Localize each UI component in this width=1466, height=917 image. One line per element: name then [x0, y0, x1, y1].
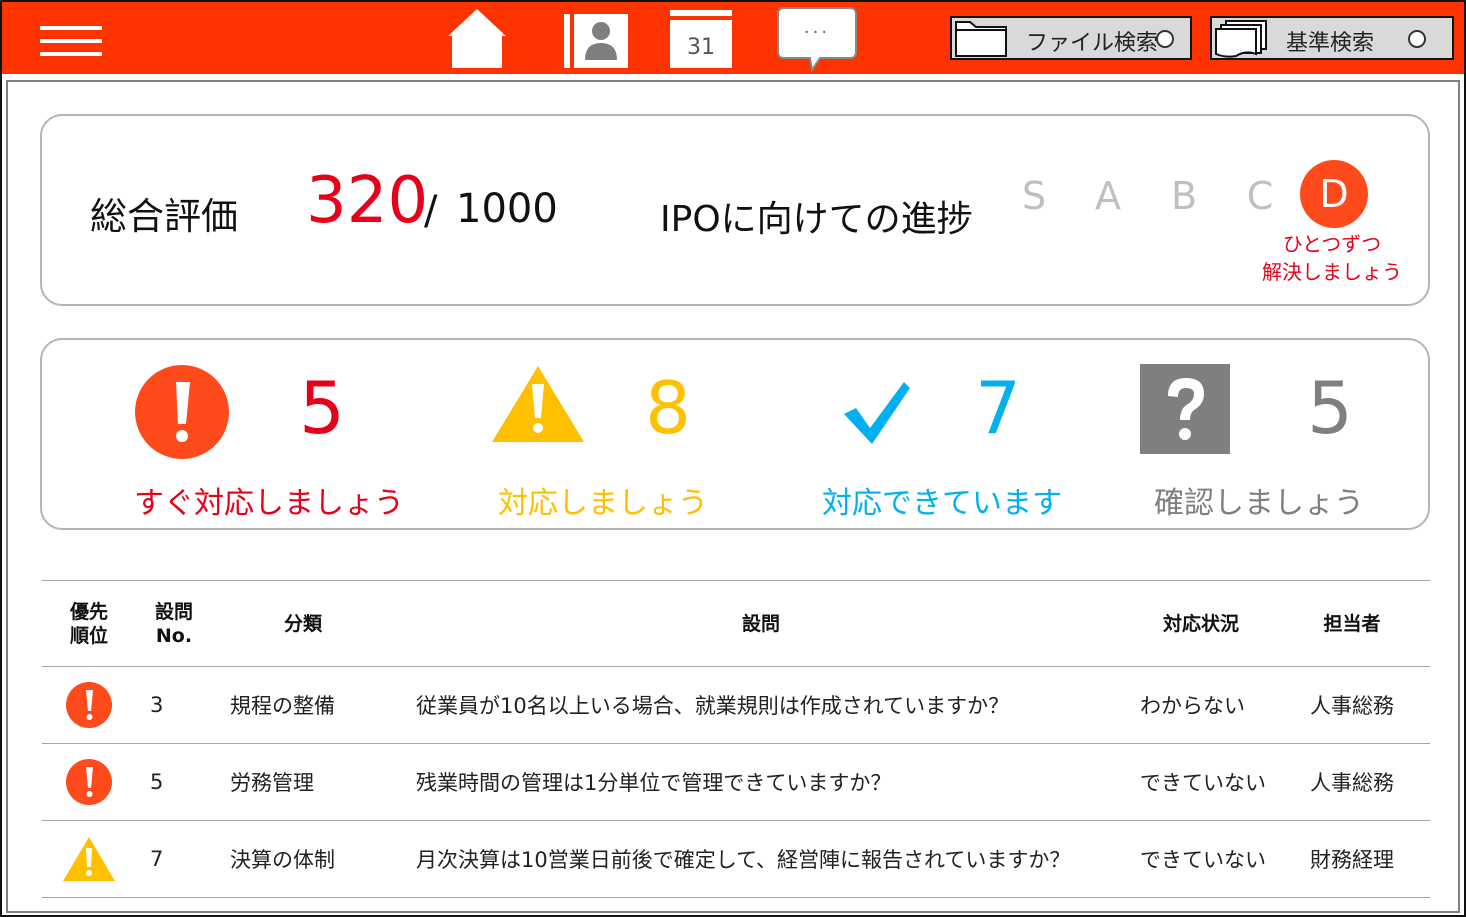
chat-dots: ··· [804, 22, 830, 43]
issue-table: 優先 順位 設問 No. 分類 設問 対応状況 担当者 3 規程の整備 従業員が… [42, 580, 1430, 898]
table-header-row: 優先 順位 設問 No. 分類 設問 対応状況 担当者 [42, 580, 1430, 667]
grade-message-line2: 解決しましょう [1262, 260, 1402, 284]
urgent-alert-icon[interactable] [65, 758, 113, 806]
unknown-count: 5 [1307, 366, 1353, 450]
folder-icon [955, 21, 1007, 57]
score-separator: / [424, 188, 438, 234]
table-row[interactable]: 7 決算の体制 月次決算は10営業日前後で確定して、経営陣に報告されていますか？… [42, 820, 1430, 898]
table-row[interactable]: 5 労務管理 残業時間の管理は1分単位で管理できていますか？ できていない 人事… [42, 743, 1430, 821]
grade-c: C [1246, 174, 1274, 218]
standard-search-button[interactable]: 基準検索 [1210, 16, 1454, 60]
header-status[interactable]: 対応状況 [1128, 580, 1274, 667]
category-cell: 労務管理 [212, 743, 394, 821]
priority-cell [42, 743, 136, 821]
warning-triangle-icon[interactable] [490, 364, 586, 444]
file-search-radio[interactable] [1156, 30, 1174, 48]
current-grade-badge: D [1300, 160, 1368, 228]
category-cell: 決算の体制 [212, 820, 394, 898]
file-search-button[interactable]: ファイル検索 [950, 16, 1192, 60]
grade-s: S [1021, 174, 1047, 218]
standard-search-radio[interactable] [1408, 30, 1426, 48]
question-no-cell: 3 [136, 666, 212, 744]
header-priority-line1: 優先 [69, 600, 108, 623]
header-question[interactable]: 設問 [394, 580, 1128, 667]
overall-score-panel: 総合評価 320 / 1000 IPOに向けての進捗 S A B C D ひとつ… [40, 114, 1430, 306]
owner-cell: 財務経理 [1274, 820, 1430, 898]
urgent-caption[interactable]: すぐ対応しましょう [134, 478, 404, 522]
header-question-no[interactable]: 設問 No. [136, 580, 212, 667]
grade-message-line1: ひとつずつ [1282, 232, 1382, 256]
warning-count: 8 [645, 366, 691, 450]
question-cell[interactable]: 従業員が10名以上いる場合、就業規則は作成されていますか？ [394, 666, 1128, 744]
header-no-line2: No. [155, 624, 193, 647]
warning-caption[interactable]: 対応しましょう [498, 478, 708, 522]
done-count: 7 [975, 366, 1021, 450]
question-no-cell: 5 [136, 743, 212, 821]
done-caption[interactable]: 対応できています [822, 478, 1062, 522]
calendar-icon[interactable]: 31 [668, 10, 734, 68]
question-no-cell: 7 [136, 820, 212, 898]
status-cell: できていない [1128, 820, 1274, 898]
priority-cell [42, 820, 136, 898]
standard-search-label: 基準検索 [1286, 31, 1375, 56]
unknown-caption[interactable]: 確認しましょう [1154, 478, 1364, 522]
question-cell[interactable]: 月次決算は10営業日前後で確定して、経営陣に報告されていますか？ [394, 820, 1128, 898]
file-search-label: ファイル検索 [1026, 31, 1159, 56]
grade-message: ひとつずつ 解決しましょう [1252, 230, 1412, 286]
header-category[interactable]: 分類 [212, 580, 394, 667]
overall-score-value: 320 [306, 164, 429, 238]
category-cell: 規程の整備 [212, 666, 394, 744]
chat-icon[interactable]: ··· [776, 6, 858, 74]
priority-cell [42, 666, 136, 744]
status-summary-panel: 5 すぐ対応しましょう 8 対応しましょう 7 対応できています 5 確認しまし… [40, 338, 1430, 530]
home-icon[interactable] [446, 6, 508, 70]
urgent-alert-icon[interactable] [65, 681, 113, 729]
urgent-alert-icon[interactable] [134, 364, 230, 460]
grade-a: A [1095, 174, 1121, 218]
header-owner[interactable]: 担当者 [1274, 580, 1430, 667]
table-row[interactable]: 3 規程の整備 従業員が10名以上いる場合、就業規則は作成されていますか？ わか… [42, 666, 1430, 744]
top-navigation-bar: 31 ··· ファイル検索 基準検索 [2, 2, 1464, 74]
owner-cell: 人事総務 [1274, 666, 1430, 744]
overall-score-label: 総合評価 [90, 195, 238, 238]
grade-b: B [1170, 174, 1198, 218]
score-max: 1000 [456, 186, 558, 232]
calendar-day: 31 [687, 35, 715, 60]
hamburger-menu-icon[interactable] [40, 26, 102, 56]
ipo-progress-label: IPOに向けての進捗 [660, 199, 973, 240]
header-priority-line2: 順位 [69, 624, 108, 647]
urgent-count: 5 [299, 366, 345, 450]
header-no-line1: 設問 [154, 600, 193, 623]
header-priority[interactable]: 優先 順位 [42, 580, 136, 667]
question-cell[interactable]: 残業時間の管理は1分単位で管理できていますか？ [394, 743, 1128, 821]
warning-triangle-icon[interactable] [62, 836, 116, 882]
status-cell: できていない [1128, 743, 1274, 821]
checkmark-icon[interactable] [842, 380, 912, 446]
documents-stack-icon [1215, 20, 1267, 58]
question-mark-icon[interactable] [1140, 364, 1230, 454]
owner-cell: 人事総務 [1274, 743, 1430, 821]
contact-book-icon[interactable] [564, 14, 628, 68]
status-cell: わからない [1128, 666, 1274, 744]
